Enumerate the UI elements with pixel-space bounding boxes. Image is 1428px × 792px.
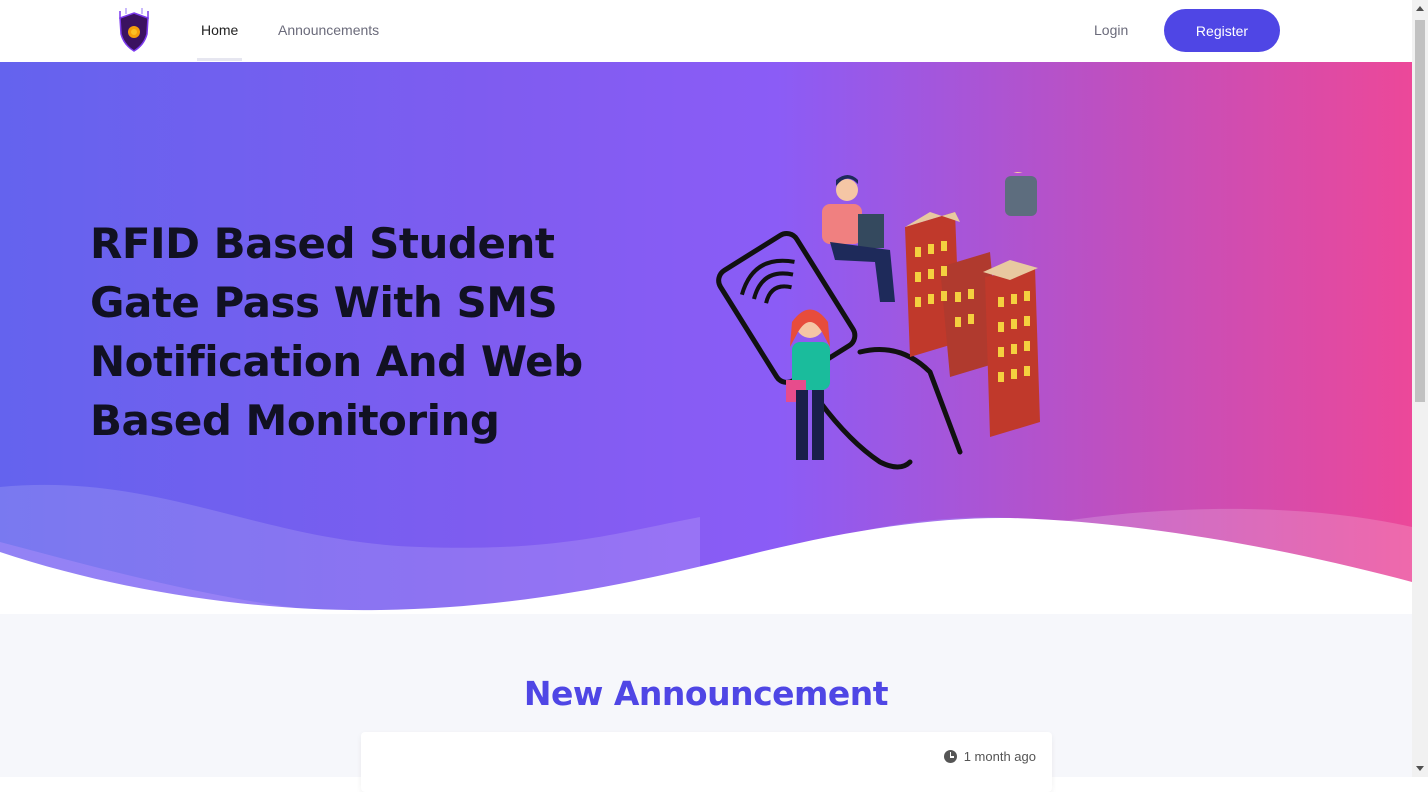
active-tab-indicator xyxy=(197,58,242,61)
timestamp-text: 1 month ago xyxy=(963,749,1036,764)
announcement-section: New Announcement 1 month ago xyxy=(0,614,1412,792)
nav-announcements[interactable]: Announcements xyxy=(278,22,379,38)
scrollbar-thumb[interactable] xyxy=(1415,20,1425,402)
hero-banner: RFID Based Student Gate Pass With SMS No… xyxy=(0,62,1412,614)
scroll-up-icon[interactable] xyxy=(1416,6,1424,11)
scroll-down-icon[interactable] xyxy=(1416,766,1424,771)
nav-login[interactable]: Login xyxy=(1094,22,1128,38)
announcement-card[interactable]: 1 month ago xyxy=(361,732,1052,792)
section-title: New Announcement xyxy=(523,674,889,713)
rfid-card-illustration xyxy=(716,172,1040,470)
top-navbar: Home Announcements Login Register xyxy=(0,0,1412,62)
announcement-timestamp: 1 month ago xyxy=(943,749,1036,764)
register-button[interactable]: Register xyxy=(1164,9,1280,52)
shield-logo-icon[interactable] xyxy=(114,7,154,53)
clock-icon xyxy=(943,750,957,763)
hero-title: RFID Based Student Gate Pass With SMS No… xyxy=(90,219,583,445)
nav-home[interactable]: Home xyxy=(201,22,238,38)
